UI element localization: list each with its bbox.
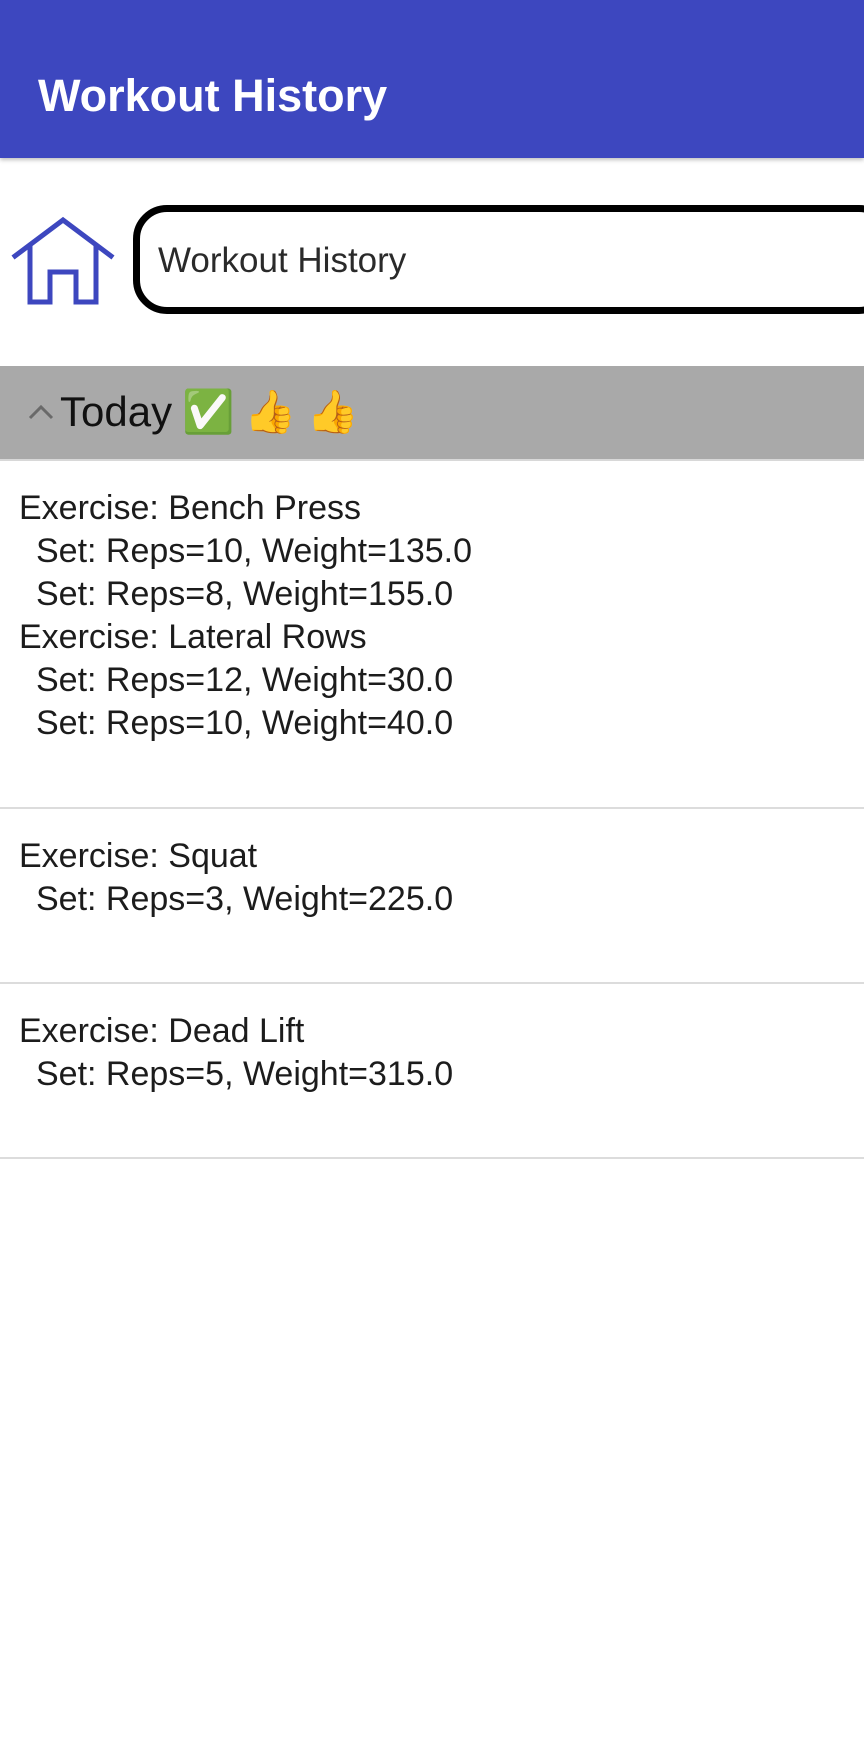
app-bar: Workout History: [0, 0, 864, 158]
set-line: Set: Reps=8, Weight=155.0: [36, 575, 454, 613]
set-line: Set: Reps=5, Weight=315.0: [36, 1055, 454, 1093]
set-line: Set: Reps=10, Weight=135.0: [36, 532, 473, 570]
list-item[interactable]: Exercise: Dead Lift Set: Reps=5, Weight=…: [0, 984, 864, 1159]
thumbs-up-emoji: 👍: [306, 387, 359, 436]
list-item[interactable]: Exercise: Squat Set: Reps=3, Weight=225.…: [0, 809, 864, 984]
set-line: Set: Reps=10, Weight=40.0: [36, 704, 454, 742]
set-line: Set: Reps=3, Weight=225.0: [36, 880, 454, 918]
exercise-line: Exercise: Squat: [19, 837, 258, 875]
home-icon: [11, 216, 115, 305]
check-emoji: ✅: [182, 387, 235, 436]
exercise-line: Exercise: Lateral Rows: [19, 618, 367, 656]
workout-title-text: Workout History: [158, 241, 407, 280]
group-label-text: Today: [60, 388, 173, 435]
chevron-up-icon[interactable]: [28, 402, 54, 422]
workout-list: Exercise: Bench Press Set: Reps=10, Weig…: [0, 461, 864, 1159]
exercise-line: Exercise: Bench Press: [19, 489, 362, 527]
app-title: Workout History: [38, 70, 388, 121]
group-header-today[interactable]: Today ✅ 👍 👍: [0, 366, 864, 461]
thumbs-up-emoji: 👍: [244, 387, 297, 436]
exercise-line: Exercise: Dead Lift: [19, 1012, 305, 1050]
home-button[interactable]: [10, 214, 116, 310]
set-line: Set: Reps=12, Weight=30.0: [36, 661, 454, 699]
list-item[interactable]: Exercise: Bench Press Set: Reps=10, Weig…: [0, 461, 864, 809]
workout-title-field[interactable]: Workout History: [133, 205, 864, 314]
group-label: Today ✅ 👍 👍: [60, 386, 359, 438]
